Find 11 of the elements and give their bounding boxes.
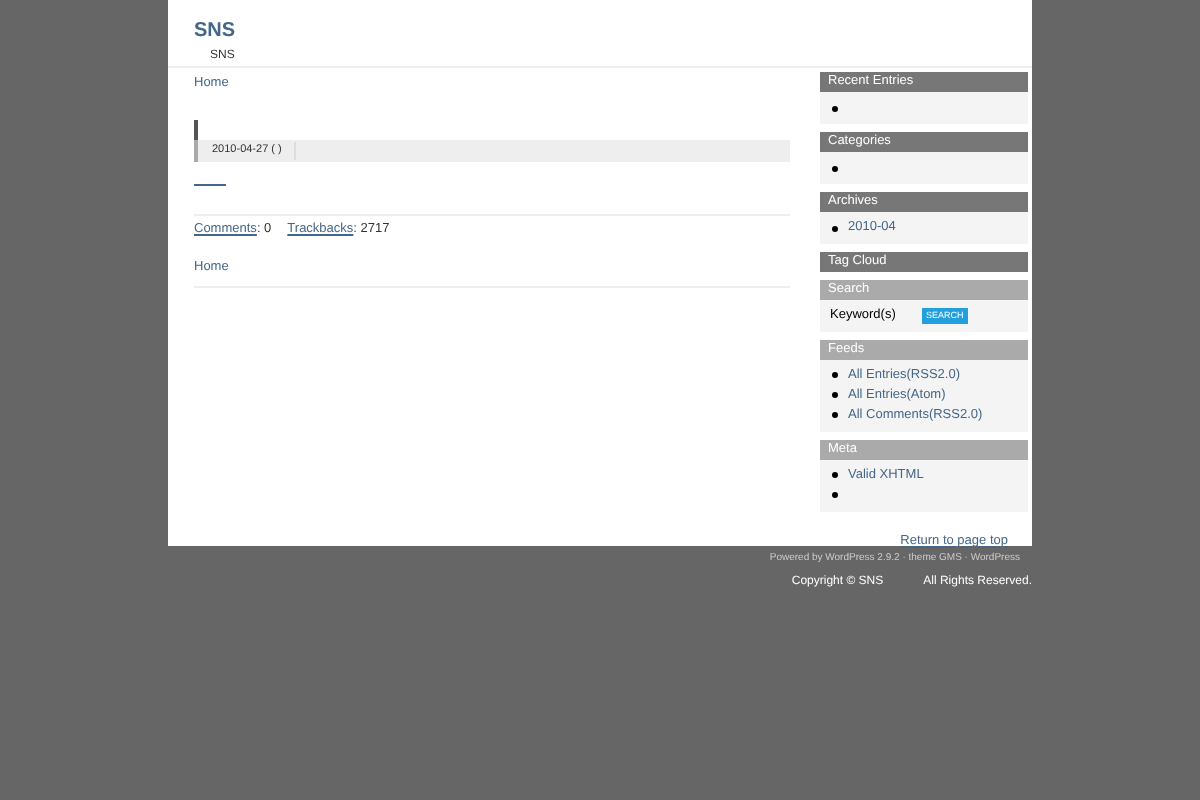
- bullet-icon: [832, 412, 838, 419]
- title-marker: [194, 120, 198, 140]
- underline-rule: [194, 184, 226, 186]
- bullet-icon: [832, 105, 838, 111]
- bullet-icon: [832, 165, 838, 171]
- bullet-icon: [832, 472, 838, 479]
- bullet-icon: [832, 225, 838, 231]
- bullet-icon: [832, 392, 838, 399]
- bullet-icon: [832, 372, 838, 379]
- site-title[interactable]: SNS: [194, 20, 1032, 44]
- bullet-icon: [832, 492, 838, 499]
